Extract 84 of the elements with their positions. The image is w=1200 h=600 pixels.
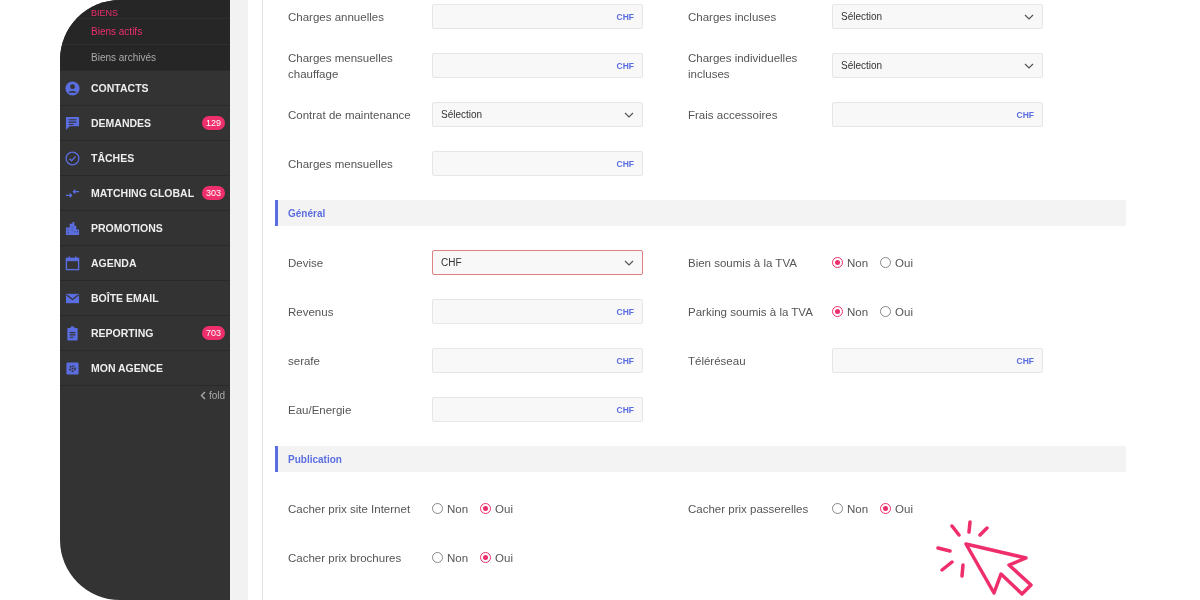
currency-input-field[interactable]: CHF (432, 4, 643, 29)
select-dropdown[interactable]: Sélection (432, 102, 643, 127)
menu-item-icon (65, 115, 80, 131)
count-badge: 129 (201, 116, 225, 130)
field-label: Cacher prix passerelles (688, 501, 810, 517)
menu-item-icon (65, 150, 80, 166)
radio-label: Oui (495, 502, 513, 515)
chevron-down-icon (1024, 62, 1034, 69)
field-label: Devise (288, 255, 325, 271)
radio-button[interactable] (832, 257, 843, 268)
currency-input-field[interactable]: CHF (432, 53, 643, 78)
sidebar-item-label: CONTACTS (91, 82, 150, 94)
section-header: Général (275, 200, 1126, 226)
sidebar-item[interactable]: CONTACTS (60, 70, 230, 105)
select-dropdown[interactable]: CHF (432, 250, 643, 275)
radio-button[interactable] (880, 257, 892, 268)
menu-item-icon (65, 255, 80, 271)
field-label: Charges incluses (688, 9, 778, 25)
radio-label: Non (447, 502, 469, 515)
radio-label: Non (847, 502, 869, 515)
sidebar-subitem[interactable]: Biens archivés (60, 44, 230, 70)
field-label: Bien soumis à la TVA (688, 255, 798, 271)
select-dropdown[interactable]: Sélection (832, 53, 1043, 78)
sidebar-item-label: REPORTING (91, 327, 155, 339)
field-label: Contrat de maintenance (288, 107, 412, 123)
field-label: Charges annuelles (288, 9, 385, 25)
sidebar-item-label: MATCHING GLOBAL (91, 187, 196, 199)
sidebar-item-label: PROMOTIONS (91, 222, 164, 234)
section-title: BIENS (91, 8, 118, 18)
chevron-down-icon (624, 259, 634, 266)
radio-button[interactable] (832, 503, 843, 514)
currency-input-field[interactable]: CHF (432, 348, 643, 373)
fold-link[interactable]: fold (208, 390, 225, 401)
currency-input-field[interactable]: CHF (832, 348, 1043, 373)
menu-item-icon (65, 325, 80, 341)
radio-button[interactable] (480, 503, 492, 514)
sidebar-subitem[interactable]: Biens actifs (60, 18, 230, 44)
currency-input-field[interactable]: CHF (832, 102, 1043, 127)
currency-input-field[interactable]: CHF (432, 397, 643, 422)
radio-label: Non (447, 551, 469, 564)
currency-input-field[interactable]: CHF (432, 299, 643, 324)
radio-label: Non (847, 256, 869, 269)
menu-item-icon (65, 80, 80, 96)
field-label: Charges individuelles incluses (688, 50, 799, 82)
radio-button[interactable] (432, 552, 443, 563)
section-header: Publication (275, 446, 1126, 472)
sidebar-item-label: BOÎTE EMAIL (91, 292, 160, 304)
count-badge: 303 (201, 186, 225, 200)
radio-button[interactable] (880, 306, 892, 317)
radio-button[interactable] (880, 503, 892, 514)
field-label: Frais accessoires (688, 107, 779, 123)
radio-label: Oui (495, 551, 513, 564)
field-label: Eau/Energie (288, 402, 353, 418)
radio-label: Oui (895, 305, 913, 318)
field-label: Téléréseau (688, 353, 747, 369)
sidebar-item[interactable]: MON AGENCE (60, 350, 230, 385)
field-label: Charges mensuelles (288, 156, 394, 172)
sidebar-item-label: AGENDA (91, 257, 138, 269)
sidebar-item[interactable]: MATCHING GLOBAL 303 (60, 175, 230, 210)
field-label: Charges mensuelles chauffage (288, 50, 394, 82)
chevron-down-icon (1024, 13, 1034, 20)
field-label: Parking soumis à la TVA (688, 304, 814, 320)
count-badge: 703 (201, 326, 225, 340)
field-label: serafe (288, 353, 321, 369)
radio-label: Oui (895, 502, 913, 515)
sidebar-item[interactable]: REPORTING 703 (60, 315, 230, 350)
chevron-down-icon (624, 111, 634, 118)
radio-button[interactable] (480, 552, 492, 563)
chevron-left-icon (199, 391, 206, 400)
radio-button[interactable] (832, 306, 843, 317)
radio-label: Oui (895, 256, 913, 269)
field-label: Revenus (288, 304, 335, 320)
menu-item-icon (65, 220, 80, 236)
select-dropdown[interactable]: Sélection (832, 4, 1043, 29)
sidebar-item-label: MON AGENCE (91, 362, 164, 374)
field-label: Cacher prix site Internet (288, 501, 412, 517)
currency-input-field[interactable]: CHF (432, 151, 643, 176)
field-label: Cacher prix brochures (288, 550, 403, 566)
sidebar-item-label: DEMANDES (91, 117, 153, 129)
radio-label: Non (847, 305, 869, 318)
sidebar-item[interactable]: DEMANDES 129 (60, 105, 230, 140)
radio-button[interactable] (432, 503, 443, 514)
menu-item-icon (65, 360, 80, 376)
sidebar-item-label: TÂCHES (91, 152, 136, 164)
